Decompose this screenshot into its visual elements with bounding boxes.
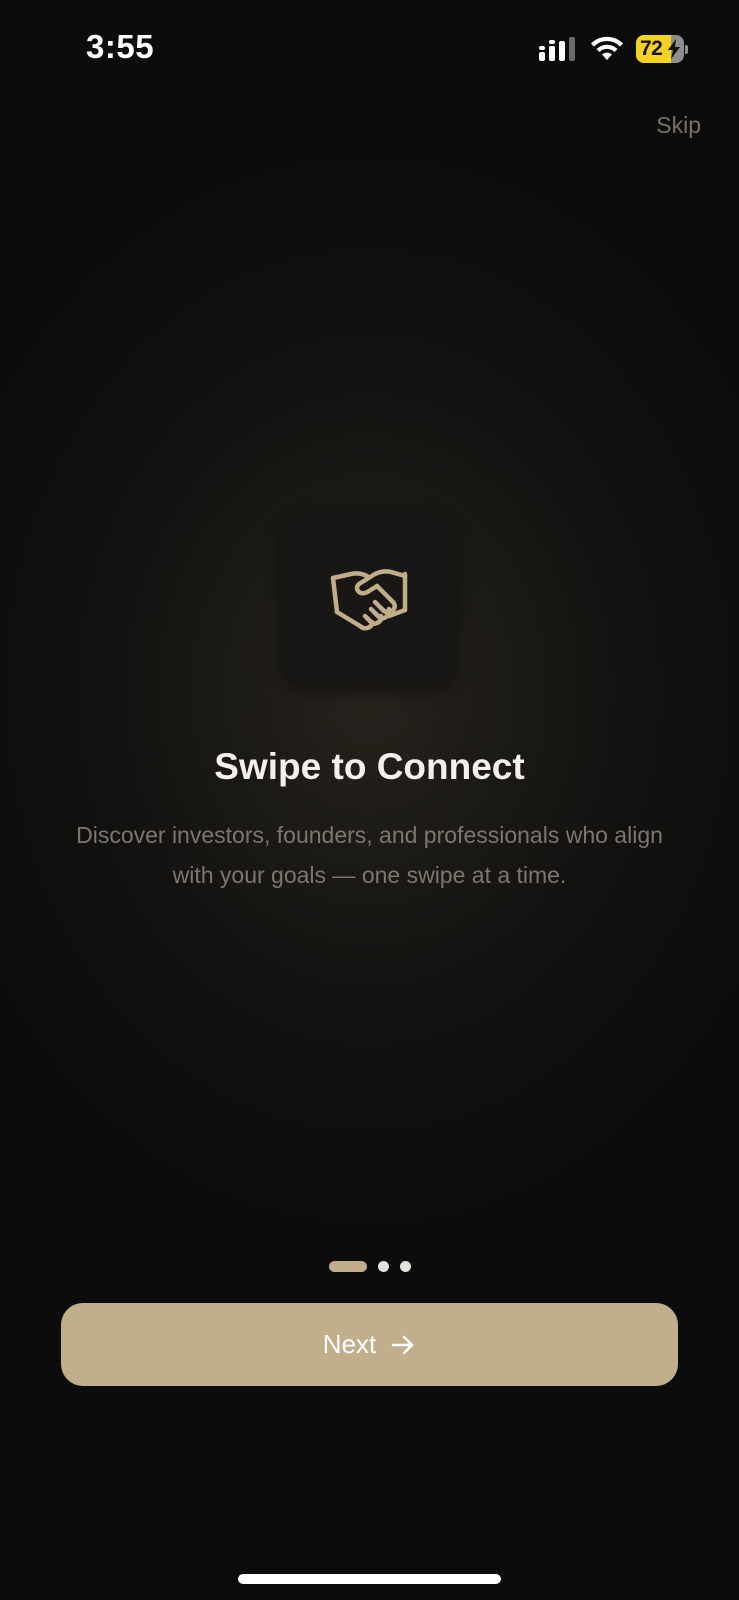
page-description: Discover investors, founders, and profes… <box>76 822 663 888</box>
skip-button[interactable]: Skip <box>656 112 701 139</box>
status-time: 3:55 <box>86 28 155 65</box>
arrow-right-icon <box>391 1335 414 1354</box>
next-button-label: Next <box>322 1329 377 1359</box>
battery-cap <box>685 45 688 54</box>
handshake-icon <box>330 569 408 631</box>
onboarding-screen: 3:55 72 Skip Swipe to Connect Discover i… <box>0 0 739 1600</box>
battery-indicator: 72 <box>636 35 688 63</box>
cellular-signal-icon <box>539 37 575 61</box>
feature-icon-card <box>281 510 457 686</box>
next-button[interactable]: Next <box>61 1303 678 1386</box>
pagination-dot-1[interactable] <box>328 1261 367 1272</box>
battery-body: 72 <box>636 35 684 63</box>
pagination-dot-3[interactable] <box>399 1261 411 1272</box>
bolt-icon <box>668 39 680 59</box>
home-indicator[interactable] <box>238 1574 501 1584</box>
pagination-indicator <box>0 1261 739 1272</box>
pagination-dot-2[interactable] <box>377 1261 389 1272</box>
battery-level: 72 <box>640 37 663 60</box>
page-title: Swipe to Connect <box>214 746 525 787</box>
wifi-icon <box>591 36 623 60</box>
